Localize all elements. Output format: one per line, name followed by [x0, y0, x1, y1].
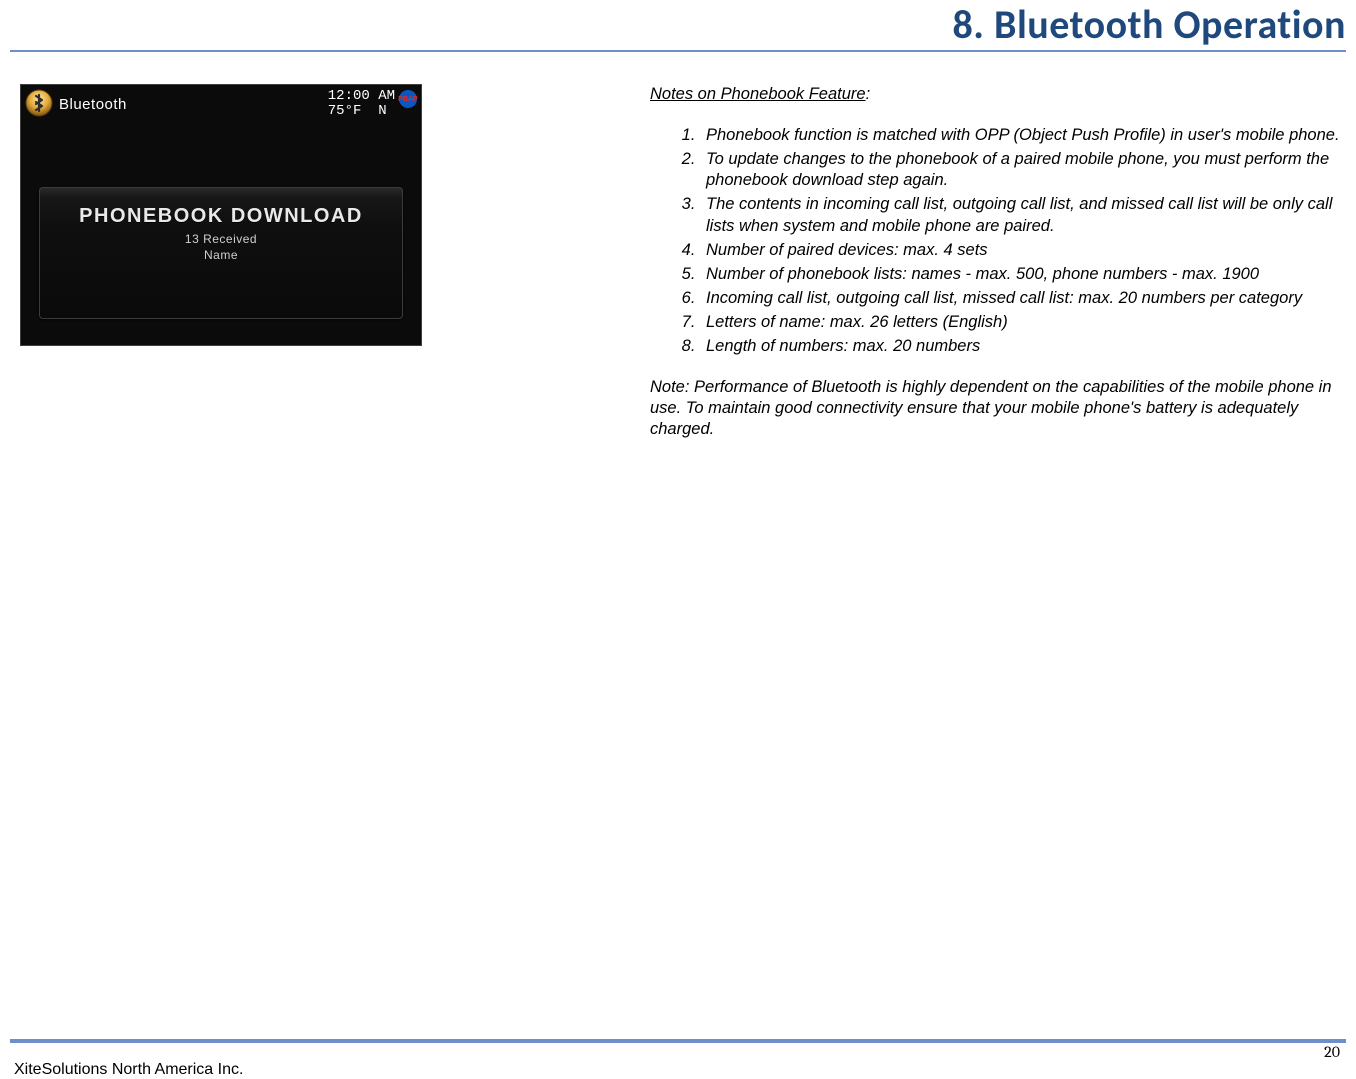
device-status-bar: Bluetooth 12:00 AM 75°F N PBAP: [21, 85, 421, 119]
list-item: Incoming call list, outgoing call list, …: [700, 288, 1346, 309]
bluetooth-icon: [25, 89, 53, 120]
phonebook-panel-received: 13 Received: [39, 232, 403, 246]
pbap-badge-icon: PBAP: [399, 90, 417, 108]
section-header: 8. Bluetooth Operation: [10, 0, 1346, 50]
list-item: The contents in incoming call list, outg…: [700, 194, 1346, 236]
status-time: 12:00 AM: [328, 89, 395, 104]
performance-note: Note: Performance of Bluetooth is highly…: [650, 377, 1346, 440]
status-right: 12:00 AM 75°F N PBAP: [328, 87, 417, 119]
pbap-badge-label: PBAP: [398, 92, 417, 107]
device-screenshot: Bluetooth 12:00 AM 75°F N PBAP PHONEBOOK…: [20, 84, 422, 346]
footer-page-number: 20: [1324, 1043, 1340, 1061]
list-item: Number of phonebook lists: names - max. …: [700, 264, 1346, 285]
section-title: 8. Bluetooth Operation: [10, 0, 1346, 49]
list-item: Letters of name: max. 26 letters (Englis…: [700, 312, 1346, 333]
footer-divider: [10, 1039, 1346, 1043]
status-left: Bluetooth: [25, 87, 127, 120]
notes-heading-line: Notes on Phonebook Feature:: [650, 84, 1346, 105]
phonebook-panel-title: PHONEBOOK DOWNLOAD: [39, 205, 403, 228]
notes-heading: Notes on Phonebook Feature: [650, 85, 866, 103]
document-text-column: Notes on Phonebook Feature: Phonebook fu…: [650, 84, 1346, 441]
device-body: PHONEBOOK DOWNLOAD 13 Received Name: [21, 119, 421, 319]
phonebook-download-panel: PHONEBOOK DOWNLOAD 13 Received Name: [39, 187, 403, 319]
list-item: Number of paired devices: max. 4 sets: [700, 240, 1346, 261]
device-app-title: Bluetooth: [59, 96, 127, 113]
list-item: Length of numbers: max. 20 numbers: [700, 336, 1346, 357]
list-item: Phonebook function is matched with OPP (…: [700, 125, 1346, 146]
notes-heading-colon: :: [866, 85, 871, 103]
footer-company: XiteSolutions North America Inc.: [14, 1061, 243, 1079]
header-divider: [10, 50, 1346, 52]
status-temp: 75°F: [328, 103, 362, 119]
notes-list: Phonebook function is matched with OPP (…: [650, 125, 1346, 357]
phonebook-panel-name: Name: [39, 248, 403, 262]
list-item: To update changes to the phonebook of a …: [700, 149, 1346, 191]
status-direction: N: [378, 103, 386, 119]
